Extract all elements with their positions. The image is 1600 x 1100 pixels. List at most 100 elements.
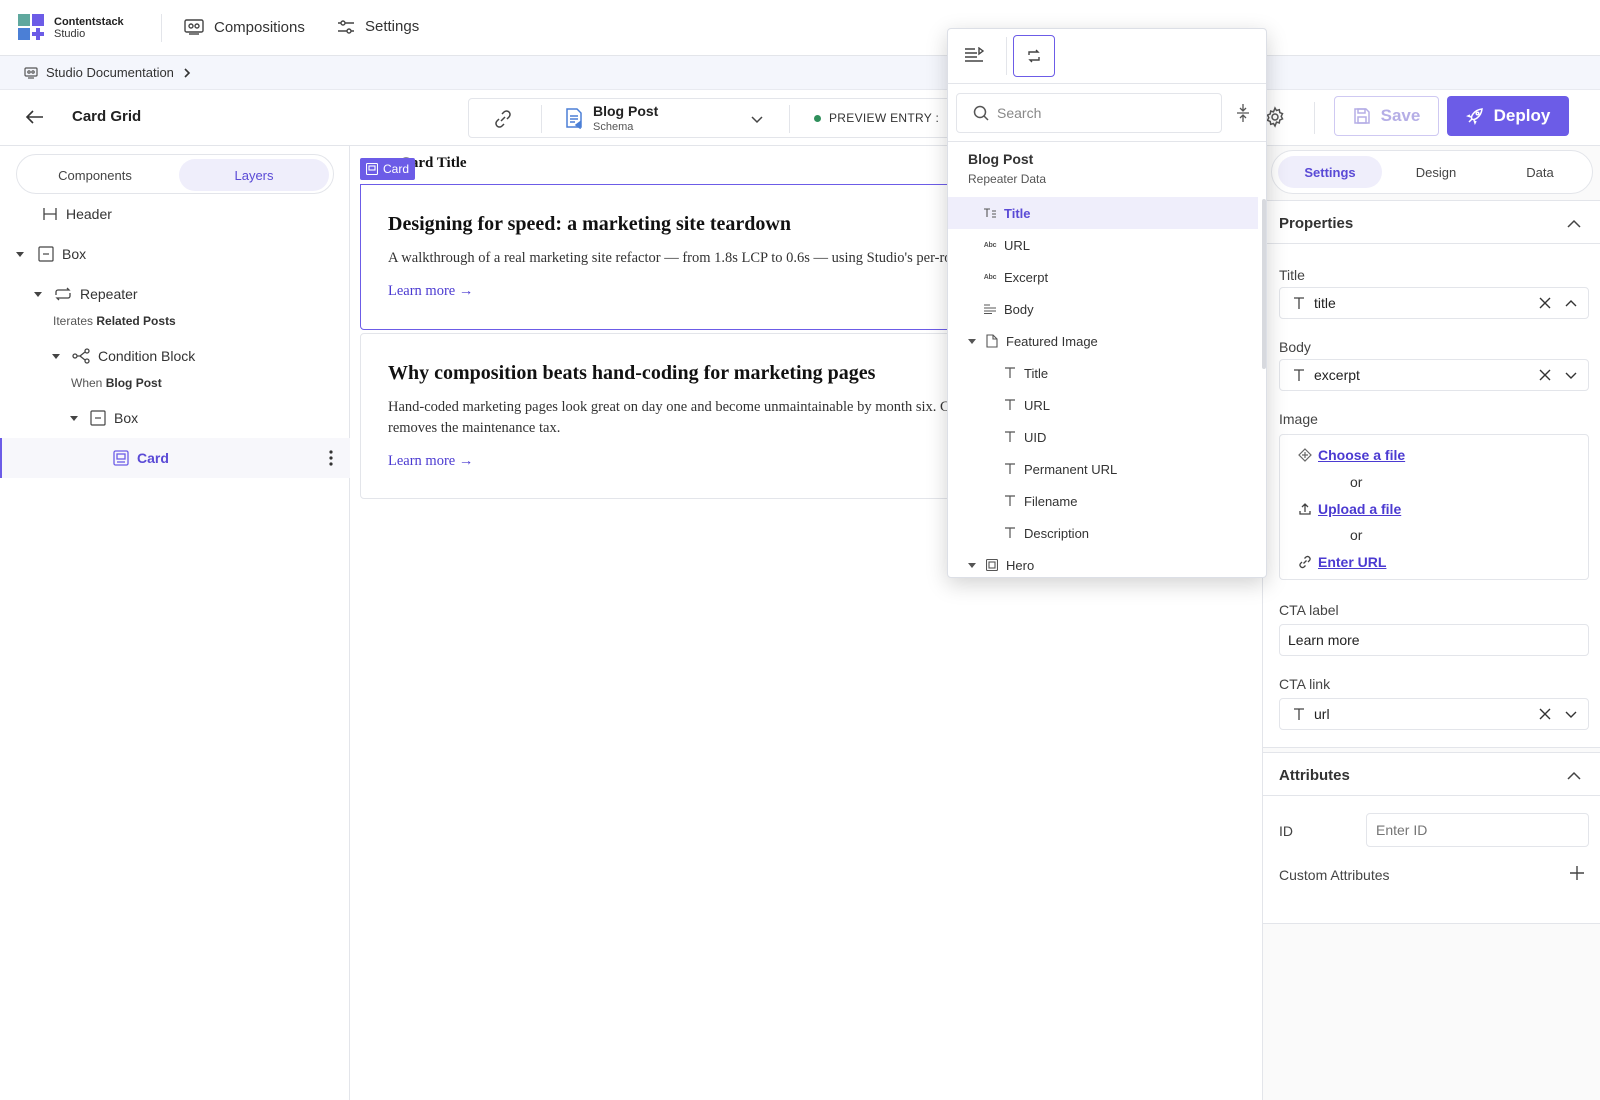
choose-file-link[interactable]: Choose a file	[1298, 447, 1405, 463]
body-field-label: Body	[1279, 339, 1311, 355]
card-icon	[366, 163, 378, 175]
layer-box[interactable]: Box	[16, 246, 86, 262]
layer-repeater[interactable]: Repeater	[34, 286, 138, 302]
field-item-featured-image[interactable]: Featured Image	[948, 325, 1258, 357]
tab-settings[interactable]: Settings	[1278, 156, 1382, 188]
nav-compositions[interactable]: Compositions	[184, 18, 305, 36]
collapse-attributes-button[interactable]	[1567, 771, 1581, 781]
attributes-heading[interactable]: Attributes	[1279, 767, 1350, 784]
id-input[interactable]	[1366, 813, 1589, 847]
layer-header[interactable]: Header	[42, 206, 112, 222]
deploy-button[interactable]: Deploy	[1447, 96, 1569, 136]
chevron-down-icon	[751, 116, 763, 124]
layer-box-label: Box	[62, 246, 87, 262]
paragraph-icon	[982, 304, 998, 314]
field-item-fi-title[interactable]: Title	[948, 357, 1258, 389]
field-item-fi-permanent-url[interactable]: Permanent URL	[948, 453, 1258, 485]
field-group-header: Blog Post Repeater Data	[968, 151, 1046, 186]
back-button[interactable]	[24, 106, 46, 128]
collapse-all-button[interactable]	[1236, 103, 1250, 123]
gear-icon	[1266, 106, 1284, 128]
breadcrumb-project[interactable]: Studio Documentation	[46, 65, 174, 80]
tab-design[interactable]: Design	[1384, 156, 1488, 188]
link-icon	[495, 110, 511, 128]
selected-component-tag[interactable]: Card	[360, 158, 416, 180]
chevron-down-icon[interactable]	[1564, 707, 1578, 721]
tab-components[interactable]: Components	[21, 159, 169, 191]
upload-icon	[1299, 503, 1311, 515]
text-type-icon	[1002, 527, 1018, 539]
repeater-mode-button[interactable]	[1013, 35, 1055, 77]
caret-down-icon[interactable]	[70, 415, 78, 421]
tab-layers[interactable]: Layers	[179, 159, 329, 191]
caret-down-icon[interactable]	[968, 562, 976, 568]
save-button[interactable]: Save	[1334, 96, 1439, 136]
layer-card-row[interactable]	[0, 438, 350, 478]
page-title: Card Grid	[72, 108, 142, 125]
layer-condition-block[interactable]: Condition Block	[52, 348, 195, 364]
cta-link-field-label: CTA link	[1279, 676, 1331, 692]
field-item-hero[interactable]: Hero	[948, 549, 1258, 577]
field-group-title: Blog Post	[968, 151, 1034, 167]
title-binding-value: title	[1314, 295, 1336, 311]
upload-file-link[interactable]: Upload a file	[1298, 501, 1401, 517]
text-type-icon	[1002, 399, 1018, 411]
field-item-fi-filename[interactable]: Filename	[948, 485, 1258, 517]
field-item-title-label: Title	[1004, 205, 1031, 221]
header-icon	[43, 208, 57, 220]
chevron-up-icon	[1567, 219, 1581, 228]
add-attribute-button[interactable]	[1569, 865, 1585, 881]
deploy-label: Deploy	[1493, 106, 1551, 125]
field-item-url[interactable]: Abc URL	[948, 229, 1258, 261]
clear-icon[interactable]	[1538, 707, 1552, 721]
nav-settings[interactable]: Settings	[337, 18, 419, 35]
preview-entry[interactable]: PREVIEW ENTRY :	[814, 111, 939, 125]
chevron-up-icon[interactable]	[1564, 296, 1578, 310]
layer-more-button[interactable]	[329, 450, 333, 466]
schema-selector[interactable]: Blog Post Schema	[565, 103, 658, 133]
layer-box-nested[interactable]: Box	[70, 410, 138, 426]
schema-icon	[566, 108, 582, 129]
field-item-fi-url[interactable]: URL	[948, 389, 1258, 421]
field-item-excerpt[interactable]: Abc Excerpt	[948, 261, 1258, 293]
tab-data[interactable]: Data	[1490, 156, 1590, 188]
field-item-url-label: URL	[1004, 237, 1031, 253]
text-type-icon	[1002, 463, 1018, 475]
cta-label-input[interactable]: Learn more	[1279, 624, 1589, 656]
field-search-input[interactable]: Search	[956, 93, 1222, 133]
field-item-fi-description[interactable]: Description	[948, 517, 1258, 549]
clear-icon[interactable]	[1538, 296, 1552, 310]
field-item-title[interactable]: Title	[948, 197, 1258, 229]
rocket-icon	[1465, 108, 1483, 125]
caret-down-icon[interactable]	[968, 338, 976, 344]
body-binding-field[interactable]: excerpt	[1279, 359, 1589, 391]
list-mode-button[interactable]	[964, 47, 984, 63]
text-type-icon	[1002, 431, 1018, 443]
text-type-icon	[1294, 708, 1304, 720]
repeater-sub-prefix: Iterates	[53, 314, 94, 328]
field-item-excerpt-label: Excerpt	[1004, 269, 1049, 285]
caret-down-icon[interactable]	[16, 251, 24, 257]
field-item-fi-uid-label: UID	[1024, 429, 1047, 445]
collapse-properties-button[interactable]	[1567, 219, 1581, 229]
chevron-down-icon[interactable]	[1564, 368, 1578, 382]
link-button[interactable]	[493, 109, 513, 129]
title-binding-field[interactable]: title	[1279, 287, 1589, 319]
breadcrumb[interactable]: Studio Documentation	[24, 65, 192, 80]
caret-down-icon[interactable]	[34, 291, 42, 297]
field-item-fi-uid[interactable]: UID	[948, 421, 1258, 453]
schema-dropdown-button[interactable]	[749, 111, 765, 127]
settings-button[interactable]	[1264, 106, 1286, 128]
cta-link-binding-field[interactable]: url	[1279, 698, 1589, 730]
layer-card[interactable]: Card	[113, 450, 169, 466]
enter-url-link[interactable]: Enter URL	[1298, 554, 1386, 570]
caret-down-icon[interactable]	[52, 353, 60, 359]
popover-scrollbar[interactable]	[1262, 199, 1266, 369]
brand-logo[interactable]: Contentstack Studio	[18, 14, 124, 42]
group-icon	[984, 559, 1000, 571]
preview-entry-label: PREVIEW ENTRY :	[829, 111, 940, 125]
section-divider	[1263, 795, 1600, 796]
field-item-body[interactable]: Body	[948, 293, 1258, 325]
clear-icon[interactable]	[1538, 368, 1552, 382]
properties-heading[interactable]: Properties	[1279, 215, 1353, 232]
